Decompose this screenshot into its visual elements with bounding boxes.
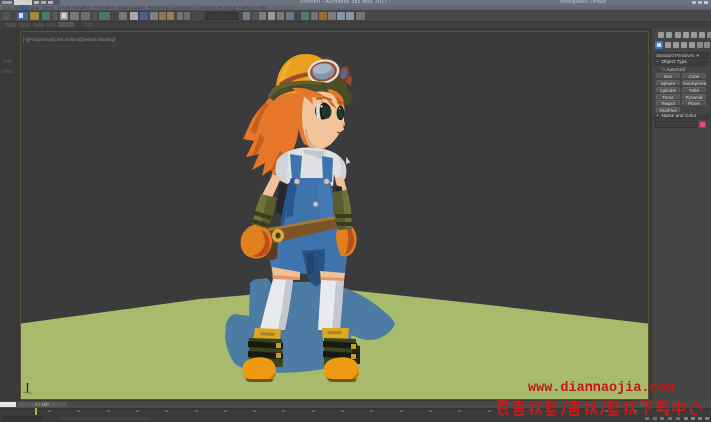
svg-text:[+][Perspective][User Defined]: [+][Perspective][User Defined][Default S… [23, 37, 115, 42]
